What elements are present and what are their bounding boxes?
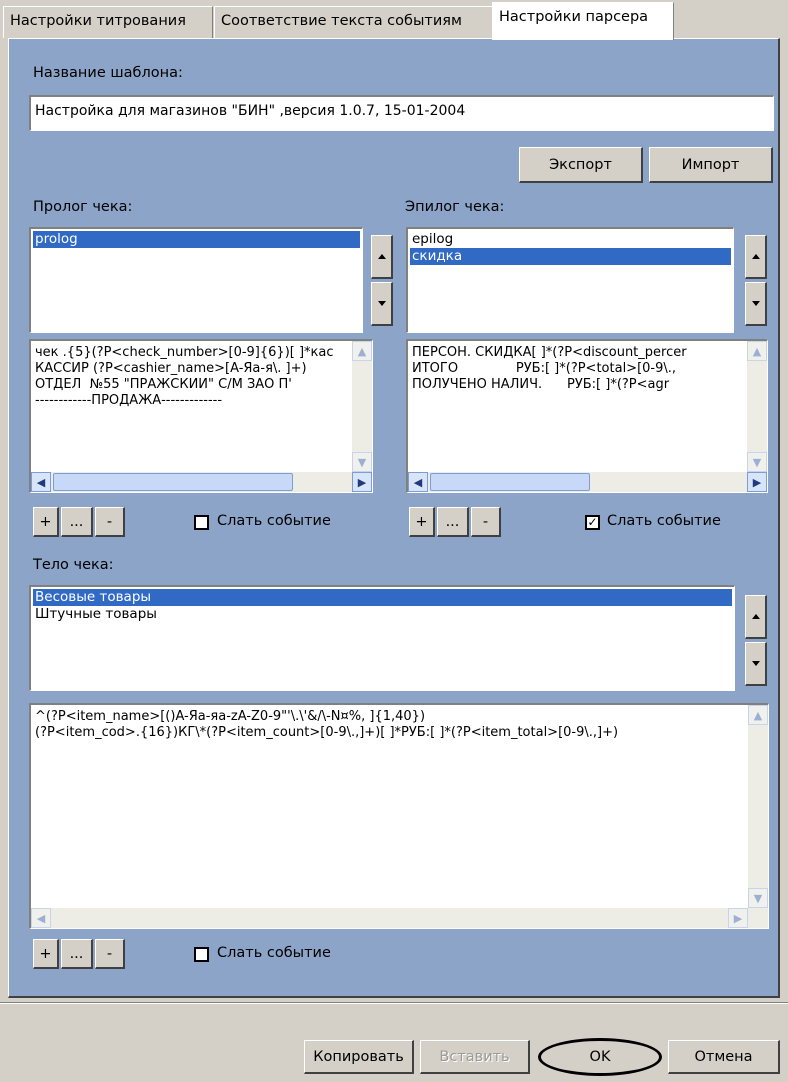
scroll-right-icon[interactable]: ▶ (728, 908, 748, 928)
text-line: ------------ПРОДАЖА------------- (35, 393, 223, 408)
scroll-up-icon[interactable]: ▲ (748, 705, 768, 725)
text-line: ОТДЕЛ №55 "ПРАЖСКИЙ" С/М ЗАО П' (35, 377, 292, 392)
template-name-label: Название шаблона: (33, 65, 183, 81)
prolog-remove-button[interactable]: - (95, 507, 125, 537)
prolog-edit-button[interactable]: ... (61, 507, 93, 537)
epilog-send-event-checkbox[interactable]: ✓ (585, 515, 600, 530)
prolog-label: Пролог чека: (33, 199, 133, 215)
body-send-event-label: Слать событие (217, 945, 331, 961)
cancel-button[interactable]: Отмена (668, 1040, 780, 1074)
arrow-down-icon (751, 661, 760, 666)
epilog-send-event-label: Слать событие (607, 513, 721, 529)
scroll-left-icon[interactable]: ◀ (408, 472, 428, 492)
text-line: ПОЛУЧЕНО НАЛИЧ. РУБ:[ ]*(?P<agr (412, 377, 670, 392)
list-item[interactable]: Штучные товары (33, 606, 732, 623)
text-line: ^(?P<item_name>[()A-Яа-яa-zA-Z0-9"'\.\'&… (35, 709, 426, 724)
arrow-up-icon (751, 614, 760, 619)
scroll-down-icon[interactable]: ▼ (748, 888, 768, 908)
template-name-input[interactable]: Настройка для магазинов "БИН" ,версия 1.… (29, 95, 774, 131)
body-remove-button[interactable]: - (95, 939, 125, 969)
tab-titration-settings[interactable]: Настройки титрования (3, 6, 213, 38)
parser-settings-panel: Название шаблона: Настройка для магазино… (8, 38, 780, 998)
arrow-down-icon (751, 301, 760, 306)
horizontal-scrollbar[interactable]: ◀ ▶ (31, 472, 372, 492)
scroll-thumb[interactable] (430, 473, 590, 491)
dialog-footer: Копировать Вставить OK Отмена (0, 1002, 788, 1082)
scroll-down-icon[interactable]: ▼ (352, 452, 372, 472)
prolog-send-event-checkbox[interactable] (194, 515, 209, 530)
scroll-right-icon[interactable]: ▶ (352, 472, 372, 492)
horizontal-scrollbar[interactable]: ◀ ▶ (31, 908, 768, 928)
scroll-thumb[interactable] (53, 473, 293, 491)
list-item[interactable]: Весовые товары (33, 589, 732, 606)
epilog-add-button[interactable]: + (409, 507, 435, 537)
vertical-scrollbar[interactable]: ▲ ▼ (352, 341, 372, 472)
body-label: Тело чека: (33, 557, 114, 573)
horizontal-scrollbar[interactable]: ◀ ▶ (408, 472, 767, 492)
prolog-move-up-button[interactable] (371, 235, 393, 279)
list-item[interactable]: prolog (33, 231, 360, 248)
epilog-label: Эпилог чека: (405, 199, 505, 215)
body-send-event-checkbox[interactable] (194, 947, 209, 962)
body-move-up-button[interactable] (745, 595, 767, 639)
prolog-add-button[interactable]: + (33, 507, 59, 537)
body-move-down-button[interactable] (745, 642, 767, 686)
export-button[interactable]: Экспорт (519, 147, 643, 183)
body-list[interactable]: Весовые товары Штучные товары (29, 585, 735, 691)
text-line: ИТОГО РУБ:[ ]*(?P<total>[0-9\., (412, 361, 677, 376)
text-line: (?P<item_cod>.{16})КГ\*(?P<item_count>[0… (35, 725, 619, 740)
vertical-scrollbar[interactable]: ▲ ▼ (747, 341, 767, 472)
vertical-scrollbar[interactable]: ▲ ▼ (748, 705, 768, 908)
scroll-up-icon[interactable]: ▲ (747, 341, 767, 361)
prolog-list[interactable]: prolog (29, 227, 363, 333)
import-button[interactable]: Импорт (649, 147, 773, 183)
epilog-move-down-button[interactable] (745, 282, 767, 326)
epilog-remove-button[interactable]: - (471, 507, 501, 537)
scroll-left-icon[interactable]: ◀ (31, 472, 51, 492)
tab-parser-settings[interactable]: Настройки парсера (492, 2, 674, 40)
prolog-send-event-label: Слать событие (217, 513, 331, 529)
text-line: чек .{5}(?P<check_number>[0-9]{6})[ ]*ка… (35, 345, 334, 360)
body-edit-button[interactable]: ... (61, 939, 93, 969)
epilog-edit-button[interactable]: ... (437, 507, 469, 537)
arrow-up-icon (751, 254, 760, 259)
epilog-move-up-button[interactable] (745, 235, 767, 279)
list-item[interactable]: скидка (410, 248, 731, 265)
scroll-up-icon[interactable]: ▲ (352, 341, 372, 361)
prolog-move-down-button[interactable] (371, 282, 393, 326)
paste-button[interactable]: Вставить (420, 1040, 530, 1074)
epilog-list[interactable]: epilog скидка (406, 227, 734, 333)
list-item[interactable]: epilog (410, 231, 731, 248)
copy-button[interactable]: Копировать (304, 1040, 414, 1074)
body-text-area[interactable]: ^(?P<item_name>[()A-Яа-яa-zA-Z0-9"'\.\'&… (29, 703, 769, 929)
text-line: ПЕРСОН. СКИДКА[ ]*(?P<discount_percer (412, 345, 687, 360)
text-line: КАССИР (?P<cashier_name>[A-Яa-я\. ]+) (35, 361, 307, 376)
prolog-text-area[interactable]: чек .{5}(?P<check_number>[0-9]{6})[ ]*ка… (29, 339, 373, 493)
tab-text-event-mapping[interactable]: Соответствие текста событиям (214, 6, 493, 38)
scroll-down-icon[interactable]: ▼ (747, 452, 767, 472)
scroll-right-icon[interactable]: ▶ (747, 472, 767, 492)
epilog-text-area[interactable]: ПЕРСОН. СКИДКА[ ]*(?P<discount_percer ИТ… (406, 339, 768, 493)
body-add-button[interactable]: + (33, 939, 59, 969)
arrow-up-icon (377, 254, 386, 259)
scroll-left-icon[interactable]: ◀ (31, 908, 51, 928)
arrow-down-icon (377, 301, 386, 306)
ok-button[interactable]: OK (538, 1038, 662, 1076)
